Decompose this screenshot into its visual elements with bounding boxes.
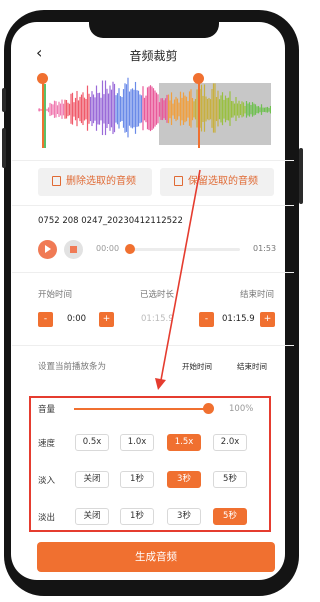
audio-waveform — [38, 77, 271, 138]
progress-knob[interactable] — [125, 244, 135, 254]
set-current-label: 设置当前播放条为 — [38, 362, 107, 372]
phone-notch — [89, 14, 219, 38]
fade-out-option-selected[interactable]: 5秒 — [213, 508, 247, 525]
progress-track[interactable] — [128, 248, 240, 251]
fade-in-option[interactable]: 关闭 — [75, 471, 109, 488]
speed-option-selected[interactable]: 1.5x — [167, 434, 201, 451]
fade-out-option[interactable]: 1秒 — [120, 508, 154, 525]
divider — [12, 205, 294, 206]
start-handle[interactable] — [37, 73, 48, 84]
total-time: 01:53 — [253, 244, 277, 253]
speed-option[interactable]: 1.0x — [120, 434, 154, 451]
fade-in-option-selected[interactable]: 3秒 — [167, 471, 201, 488]
speed-option[interactable]: 2.0x — [213, 434, 247, 451]
divider — [12, 272, 294, 273]
file-name: 0752 208 0247_20230412112522 — [38, 216, 183, 226]
fade-out-option[interactable]: 关闭 — [75, 508, 109, 525]
volume-label: 音量 — [38, 405, 56, 415]
phone-side-button — [2, 128, 6, 168]
trash-icon — [52, 176, 61, 186]
divider — [12, 345, 294, 346]
phone-side-button — [299, 148, 303, 204]
fade-out-label: 淡出 — [38, 513, 56, 523]
end-time-label: 结束时间 — [240, 290, 275, 300]
keep-selection-button[interactable]: 保留选取的音频 — [160, 168, 274, 196]
end-handle-line — [198, 80, 200, 148]
set-start-button[interactable]: 开始时间 — [182, 361, 212, 372]
delete-selection-button[interactable]: 删除选取的音频 — [38, 168, 152, 196]
start-plus-button[interactable]: + — [99, 312, 114, 327]
fade-in-option[interactable]: 5秒 — [213, 471, 247, 488]
end-time-value[interactable]: 01:15.9 — [222, 314, 255, 324]
start-time-value[interactable]: 0:00 — [67, 314, 86, 324]
selected-duration-label: 已选时长 — [140, 290, 175, 300]
start-handle-line — [42, 80, 44, 148]
start-minus-button[interactable]: - — [38, 312, 53, 327]
selected-duration-value: 01:15.9 — [141, 314, 174, 324]
start-time-label: 开始时间 — [38, 290, 73, 300]
play-button[interactable] — [38, 240, 57, 259]
speed-option[interactable]: 0.5x — [75, 434, 109, 451]
volume-knob[interactable] — [203, 403, 214, 414]
end-handle[interactable] — [193, 73, 204, 84]
current-time: 00:00 — [96, 244, 120, 253]
keep-selection-label: 保留选取的音频 — [188, 176, 258, 187]
fade-in-label: 淡入 — [38, 476, 56, 486]
end-plus-button[interactable]: + — [260, 312, 275, 327]
end-minus-button[interactable]: - — [199, 312, 214, 327]
stop-button[interactable] — [64, 240, 83, 259]
keep-icon — [174, 176, 183, 186]
set-end-button[interactable]: 结束时间 — [237, 361, 267, 372]
fade-in-option[interactable]: 1秒 — [120, 471, 154, 488]
fade-out-option[interactable]: 3秒 — [167, 508, 201, 525]
speed-label: 速度 — [38, 439, 56, 449]
playhead-line — [44, 84, 46, 148]
generate-audio-button[interactable]: 生成音频 — [37, 542, 275, 572]
volume-value: 100% — [229, 404, 254, 414]
volume-slider[interactable] — [74, 408, 209, 410]
divider — [12, 160, 294, 161]
delete-selection-label: 删除选取的音频 — [66, 176, 136, 187]
phone-side-button — [2, 88, 6, 112]
page-title: 音频裁剪 — [129, 49, 178, 63]
